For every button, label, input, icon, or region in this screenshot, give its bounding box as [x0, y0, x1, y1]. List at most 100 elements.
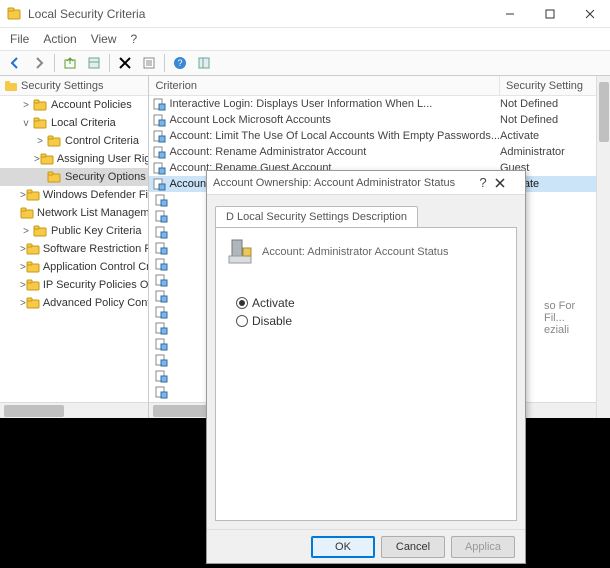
tree-item[interactable]: >Advanced Policy Configuration [0, 294, 148, 312]
dialog-desc-text: Account: Administrator Account Status [262, 246, 448, 258]
properties-button[interactable] [138, 52, 160, 74]
policy-icon [151, 160, 167, 176]
tree-item[interactable]: >Assigning User Rights [0, 150, 148, 168]
tree-item[interactable]: >Account Policies [0, 96, 148, 114]
list-ghost-text: so For Fil... eziali [544, 300, 592, 336]
dialog-button-row: OK Cancel Applica [207, 529, 525, 563]
toolbar-separator [54, 54, 55, 72]
tree-item[interactable]: >Software Restriction Policy [0, 240, 148, 258]
dialog-close-button[interactable] [495, 178, 519, 188]
dialog-tab-description[interactable]: D Local Security Settings Description [215, 206, 418, 227]
policy-icon [151, 384, 171, 400]
radio-group-status: Activate Disable [236, 296, 506, 328]
show-hide-tree-button[interactable] [83, 52, 105, 74]
folder-icon [26, 277, 40, 293]
security-settings-icon [4, 79, 18, 93]
policy-icon [151, 272, 171, 288]
tree-pane: Security Settings >Account Policies v Loca… [0, 76, 149, 418]
list-ghost-icons [151, 192, 171, 402]
folder-icon [32, 223, 48, 239]
cancel-button[interactable]: Cancel [381, 536, 445, 558]
list-row-label: Interactive Login: Displays User Informa… [169, 98, 500, 110]
list-row[interactable]: Account Lock Microsoft AccountsNot Defin… [149, 112, 610, 128]
svg-text:?: ? [177, 58, 182, 68]
menu-help[interactable]: ? [127, 30, 142, 48]
dialog-help-button[interactable]: ? [471, 175, 495, 190]
export-button[interactable] [193, 52, 215, 74]
policy-icon [151, 400, 171, 402]
radio-disable-indicator [236, 315, 248, 327]
policy-icon [151, 224, 171, 240]
list-vscrollbar[interactable] [596, 76, 610, 418]
tree-item[interactable]: >IP Security Policies On LoC Computers [0, 276, 148, 294]
folder-icon [26, 187, 40, 203]
apply-button[interactable]: Applica [451, 536, 515, 558]
tree-item-label: Local Criteria [51, 117, 116, 129]
menubar: File Action View ? [0, 28, 610, 50]
dialog-titlebar: Account Ownership: Account Administrator… [207, 171, 525, 195]
tree-expander[interactable]: > [34, 136, 46, 147]
list-vscroll-thumb[interactable] [599, 82, 609, 142]
list-row-value: Activate [500, 130, 610, 142]
list-row-label: Account Lock Microsoft Accounts [169, 114, 500, 126]
tree-item[interactable]: Network List Management Policies [0, 204, 148, 222]
menu-view[interactable]: View [87, 30, 121, 48]
ok-button[interactable]: OK [311, 536, 375, 558]
tree-expander[interactable]: v [20, 118, 32, 129]
tree-item-label: Public Key Criteria [51, 225, 141, 237]
app-icon [6, 6, 22, 22]
maximize-button[interactable] [530, 0, 570, 28]
policy-icon [151, 288, 171, 304]
folder-icon [46, 169, 62, 185]
list-row[interactable]: Account: Rename Administrator AccountAdm… [149, 144, 610, 160]
tree-hscroll-thumb[interactable] [4, 405, 64, 417]
folder-icon [26, 295, 40, 311]
policy-icon [151, 240, 171, 256]
policy-icon [151, 176, 167, 192]
tree-item-label: Software Restriction Policy [43, 243, 149, 255]
tree-item[interactable]: >Application Control Criteria [0, 258, 148, 276]
tree-item[interactable]: > Public Key Criteria [0, 222, 148, 240]
delete-button[interactable] [114, 52, 136, 74]
tree-header[interactable]: Security Settings [0, 76, 148, 96]
toolbar-separator [164, 54, 165, 72]
policy-icon [151, 112, 167, 128]
close-button[interactable] [570, 0, 610, 28]
up-button[interactable] [59, 52, 81, 74]
folder-icon [26, 259, 40, 275]
policy-icon [151, 192, 171, 208]
menu-action[interactable]: Action [39, 30, 80, 48]
tree-item-label: Control Criteria [65, 135, 139, 147]
folder-icon [26, 241, 40, 257]
list-row-value: Not Defined [500, 114, 610, 126]
folder-icon [32, 97, 48, 113]
tree-item[interactable]: v Local Criteria [0, 114, 148, 132]
minimize-button[interactable] [490, 0, 530, 28]
forward-button[interactable] [28, 52, 50, 74]
tree-expander[interactable]: > [20, 100, 32, 111]
radio-disable-label: Disable [252, 314, 292, 328]
tree-expander[interactable]: > [20, 226, 32, 237]
column-criterion[interactable]: Criterion [149, 76, 500, 95]
tree-hscrollbar[interactable] [0, 402, 148, 418]
radio-activate[interactable]: Activate [236, 296, 506, 310]
tree-item[interactable]: Security Options [0, 168, 148, 186]
list-row[interactable]: Interactive Login: Displays User Informa… [149, 96, 610, 112]
list-tail-2: eziali [544, 324, 592, 336]
help-button[interactable]: ? [169, 52, 191, 74]
column-setting[interactable]: Security Setting [500, 76, 610, 95]
list-row-value: Administrator [500, 146, 610, 158]
radio-disable[interactable]: Disable [236, 314, 506, 328]
tree-item-label: Application Control Criteria [43, 261, 149, 273]
window-title: Local Security Criteria [28, 7, 490, 21]
back-button[interactable] [4, 52, 26, 74]
list-header: Criterion Security Setting [149, 76, 610, 96]
tree-body[interactable]: >Account Policies v Local Criteria > Control… [0, 96, 148, 402]
list-row-label: Account: Rename Administrator Account [169, 146, 500, 158]
dialog-tabpage: Account: Administrator Account Status Ac… [215, 227, 517, 521]
dialog-body: D Local Security Settings Description Ac… [207, 195, 525, 529]
tree-item[interactable]: > Control Criteria [0, 132, 148, 150]
list-row[interactable]: Account: Limit The Use Of Local Accounts… [149, 128, 610, 144]
tree-item[interactable]: >Windows Defender Firewall With Secure [0, 186, 148, 204]
menu-file[interactable]: File [6, 30, 33, 48]
